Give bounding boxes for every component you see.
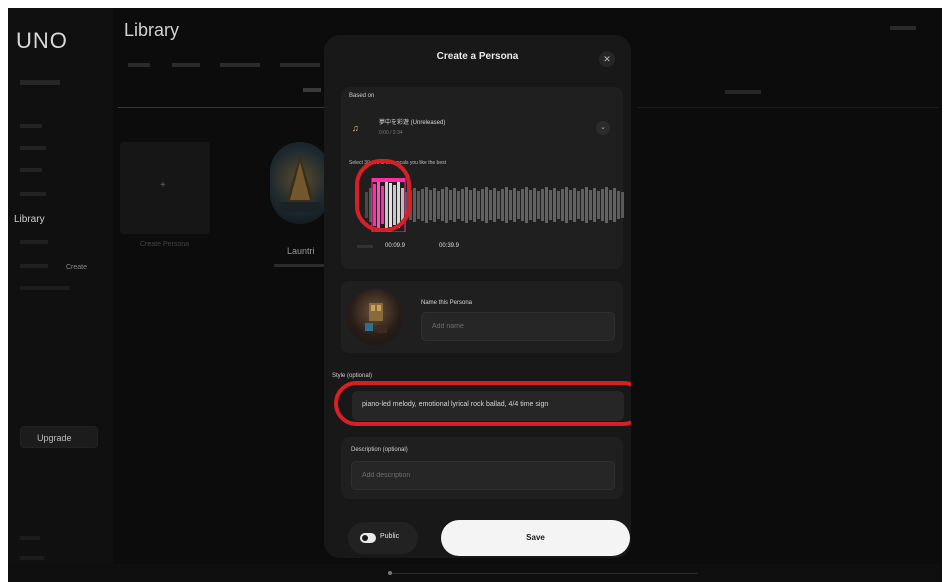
library-tab[interactable] [220,63,260,67]
description-input[interactable] [351,461,615,490]
progress-knob[interactable] [388,571,392,575]
close-icon[interactable]: ✕ [599,51,615,67]
public-toggle[interactable]: Public [348,522,418,554]
sidebar-item-placeholder[interactable] [20,80,60,85]
plus-icon: + [160,180,166,191]
top-right-control[interactable] [890,26,916,30]
song-duration: 0:00 / 2:34 [379,130,403,136]
library-tab[interactable] [128,63,150,67]
upgrade-button[interactable]: Upgrade [20,426,98,448]
create-persona-label: Create Persona [140,241,190,248]
sidebar-item-placeholder[interactable] [20,240,48,244]
persona-artwork[interactable] [270,142,330,224]
modal-title: Create a Persona [436,51,519,62]
based-on-panel: Based on ♫ 夢中を彩遊 (Unreleased) 0:00 / 2:3… [341,87,624,269]
tab-underline [118,107,328,108]
save-button[interactable]: Save [441,520,630,556]
subtab-following[interactable] [725,90,761,94]
sidebar-item-create[interactable]: Create [66,264,87,271]
sidebar-item-placeholder[interactable] [20,168,42,172]
library-tab[interactable] [172,63,200,67]
artwork-image [280,156,320,212]
description-label: Description (optional) [351,447,408,453]
persona-meta [274,264,324,267]
sidebar-item-placeholder[interactable] [20,192,46,196]
sidebar-item-placeholder[interactable] [20,556,44,560]
app-logo: UNO [16,28,68,53]
chevron-down-icon[interactable]: ⌄ [596,121,610,135]
toggle-switch-icon [360,533,376,543]
sidebar-item-placeholder[interactable] [20,146,46,150]
style-label: Style (optional) [332,373,373,379]
name-panel: Name this Persona [341,281,623,353]
annotation-highlight-circle [334,381,631,426]
based-on-label: Based on [349,93,375,99]
sidebar-item-placeholder[interactable] [20,286,70,290]
page-title: Library [124,20,180,40]
sidebar-item-placeholder[interactable] [20,264,48,268]
app-window: UNO Library Create Upgrade Library + Cre… [8,8,942,582]
progress-track[interactable] [388,573,698,574]
range-label [357,245,373,248]
sidebar-item-placeholder[interactable] [20,124,42,128]
persona-name-input[interactable] [421,312,615,341]
persona-name: Launtri [287,246,315,256]
create-persona-card[interactable]: + [120,142,210,234]
music-note-icon: ♫ [352,123,359,133]
sidebar: UNO Library Create Upgrade [8,8,113,582]
toggle-knob [362,535,368,541]
subtab-my[interactable] [303,88,321,92]
sidebar-item-library[interactable]: Library [14,214,45,225]
divider [638,107,938,108]
persona-thumbnail[interactable] [347,289,403,345]
end-time: 00:39.9 [439,243,460,249]
thumbnail-image [365,303,387,333]
name-label: Name this Persona [421,300,473,306]
sidebar-item-placeholder[interactable] [20,536,40,540]
library-tab[interactable] [280,63,320,67]
public-label: Public [380,533,400,540]
song-title: 夢中を彩遊 (Unreleased) [379,120,446,126]
description-panel: Description (optional) [341,437,623,499]
create-persona-modal: Create a Persona ✕ Based on ♫ 夢中を彩遊 (Unr… [324,35,631,558]
annotation-highlight-circle [355,159,411,232]
start-time: 00:09.9 [385,243,406,249]
